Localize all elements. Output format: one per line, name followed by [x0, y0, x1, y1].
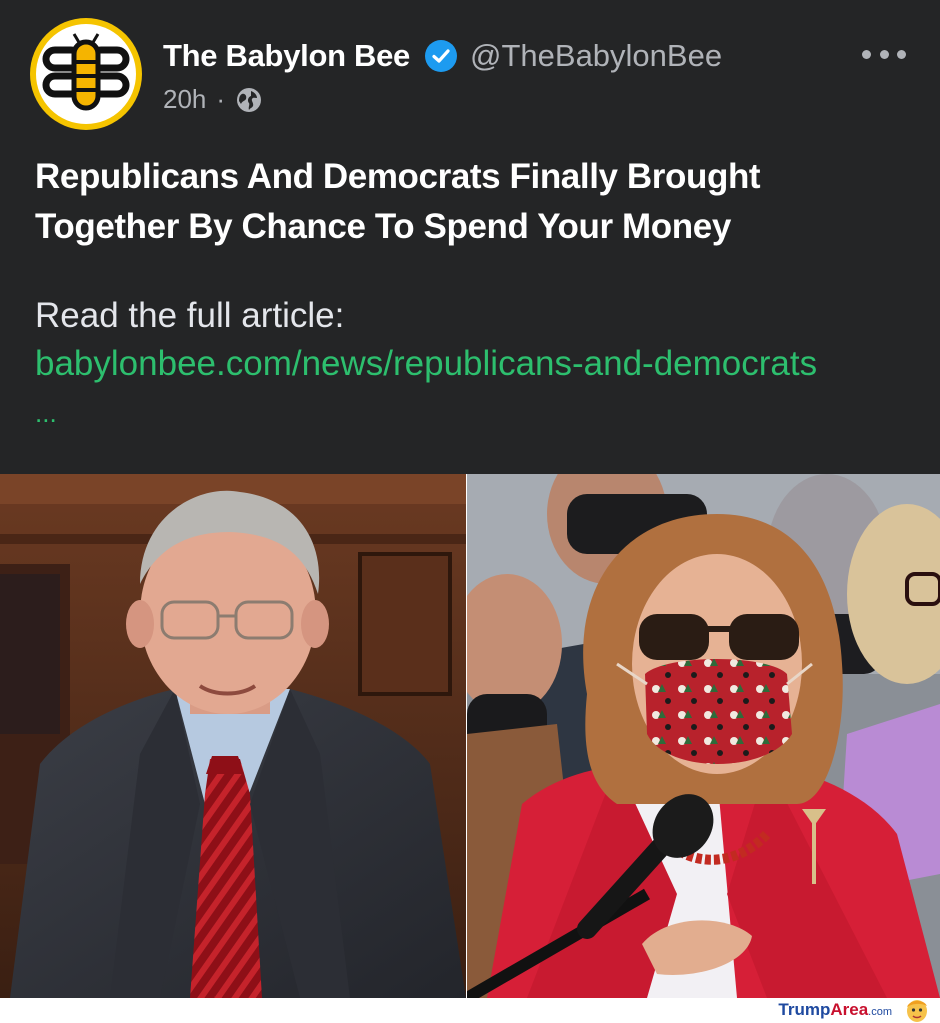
watermark-text: TrumpArea.com: [778, 1000, 892, 1020]
bee-logo-icon: [36, 24, 136, 124]
author-handle[interactable]: @TheBabylonBee: [470, 38, 722, 74]
watermark-part-1: Trump: [778, 1000, 831, 1019]
avatar[interactable]: [30, 18, 142, 130]
article-link[interactable]: babylonbee.com/news/republicans-and-demo…: [35, 340, 915, 388]
author-row: The Babylon Bee @TheBabylonBee: [163, 34, 722, 78]
social-post: The Babylon Bee @TheBabylonBee 20h · Rep…: [0, 0, 940, 474]
verified-badge-icon: [425, 40, 457, 72]
watermark-bar: TrumpArea.com: [0, 998, 940, 1023]
photo-right[interactable]: [467, 474, 940, 998]
link-ellipsis[interactable]: ...: [35, 398, 57, 428]
post-meta: 20h ·: [163, 84, 263, 115]
headline-line-1: Republicans And Democrats Finally Brough…: [35, 157, 761, 196]
post-time[interactable]: 20h: [163, 84, 206, 115]
globe-icon: [237, 87, 262, 112]
photo-left[interactable]: [0, 474, 466, 998]
watermark-face-icon: [907, 1000, 927, 1022]
read-article-label: Read the full article:: [35, 296, 345, 335]
author-name[interactable]: The Babylon Bee: [163, 38, 410, 74]
watermark-part-3: .com: [868, 1006, 892, 1018]
headline-line-2: Together By Chance To Spend Your Money: [35, 207, 731, 246]
more-options-icon[interactable]: [862, 44, 906, 64]
watermark-part-2: Area: [830, 1000, 869, 1019]
post-headline: Republicans And Democrats Finally Brough…: [35, 152, 915, 252]
meta-separator: ·: [216, 84, 226, 114]
